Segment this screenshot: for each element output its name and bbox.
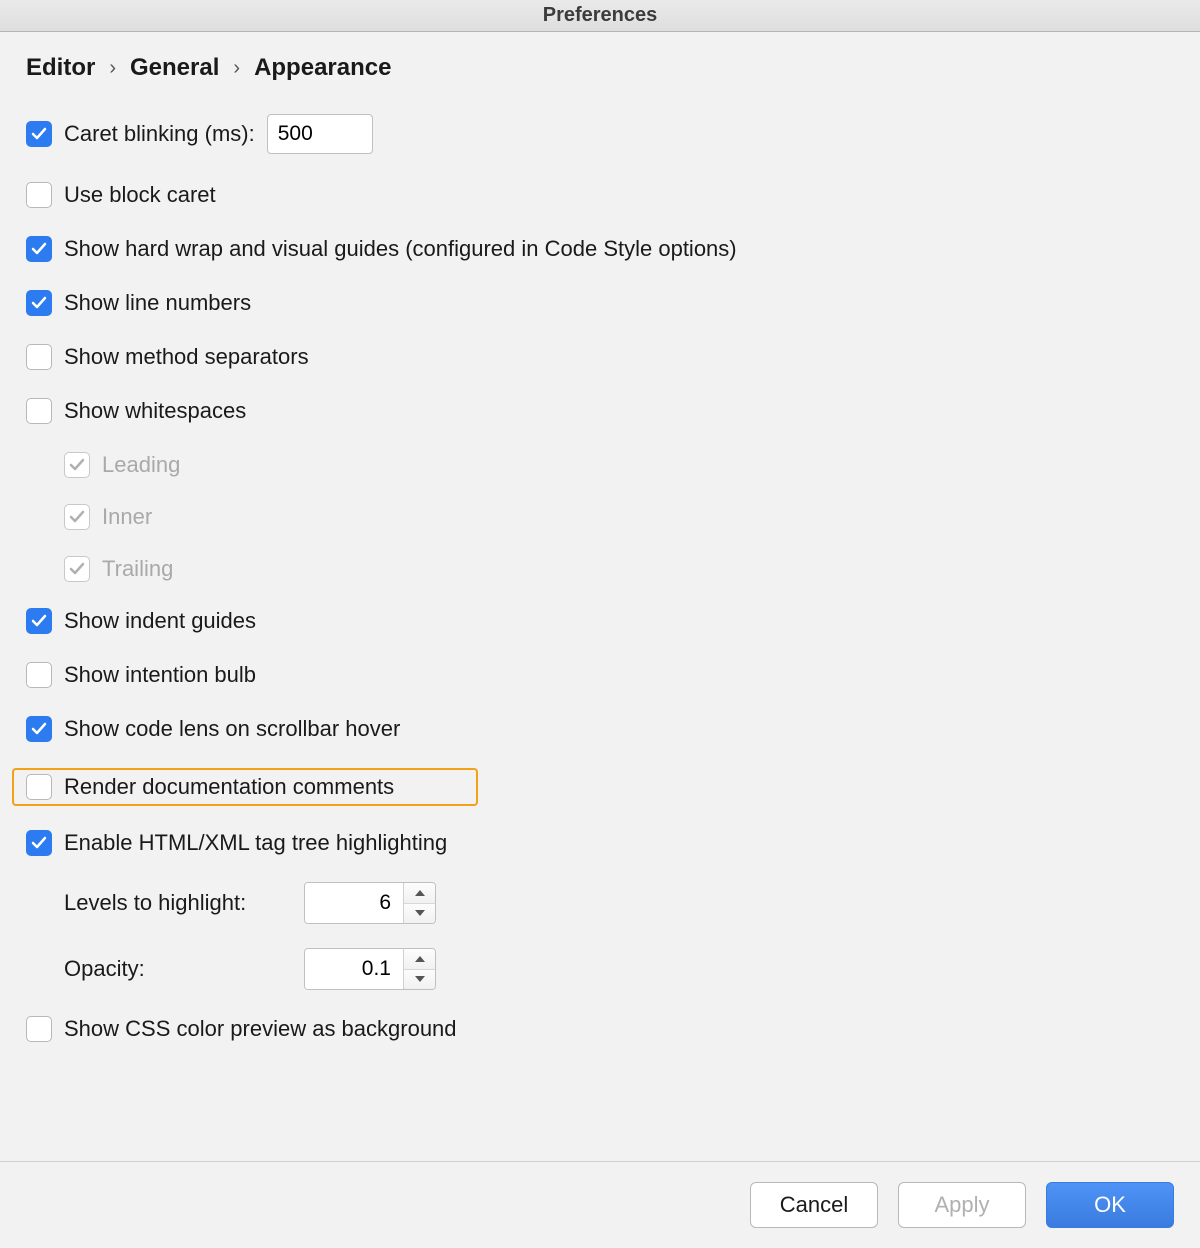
label-opacity: Opacity: (64, 956, 292, 982)
label-caret-blinking: Caret blinking (ms): (64, 121, 255, 147)
checkbox-ws-inner (64, 504, 90, 530)
window-titlebar: Preferences (0, 0, 1200, 32)
breadcrumb-general[interactable]: General (130, 54, 219, 82)
checkbox-show-code-lens[interactable] (26, 716, 52, 742)
checkbox-show-hard-wrap[interactable] (26, 236, 52, 262)
checkbox-show-indent-guides[interactable] (26, 608, 52, 634)
row-caret-blinking: Caret blinking (ms): (26, 112, 1174, 156)
breadcrumb: Editor › General › Appearance (26, 54, 1174, 82)
preferences-content: Editor › General › Appearance Caret blin… (0, 32, 1200, 1161)
label-render-docs: Render documentation comments (64, 774, 394, 800)
row-show-line-numbers: Show line numbers (26, 288, 1174, 318)
row-ws-leading: Leading (64, 450, 1174, 480)
row-render-docs: Render documentation comments (12, 768, 478, 806)
row-show-whitespaces: Show whitespaces (26, 396, 1174, 426)
label-ws-inner: Inner (102, 504, 152, 530)
label-enable-tag-tree: Enable HTML/XML tag tree highlighting (64, 830, 447, 856)
label-ws-leading: Leading (102, 452, 180, 478)
label-show-method-separators: Show method separators (64, 344, 309, 370)
stepper-up-icon[interactable] (404, 883, 435, 904)
stepper-down-icon[interactable] (404, 970, 435, 990)
checkbox-show-line-numbers[interactable] (26, 290, 52, 316)
stepper-up-icon[interactable] (404, 949, 435, 970)
row-opacity: Opacity: (64, 948, 1174, 990)
label-show-css-preview: Show CSS color preview as background (64, 1016, 457, 1042)
label-show-intention-bulb: Show intention bulb (64, 662, 256, 688)
checkbox-enable-tag-tree[interactable] (26, 830, 52, 856)
checkbox-render-docs[interactable] (26, 774, 52, 800)
row-levels-to-highlight: Levels to highlight: (64, 882, 1174, 924)
label-levels-to-highlight: Levels to highlight: (64, 890, 292, 916)
checkbox-ws-trailing (64, 556, 90, 582)
stepper-levels[interactable] (304, 882, 436, 924)
row-show-code-lens: Show code lens on scrollbar hover (26, 714, 1174, 744)
label-use-block-caret: Use block caret (64, 182, 216, 208)
label-show-code-lens: Show code lens on scrollbar hover (64, 716, 400, 742)
checkbox-caret-blinking[interactable] (26, 121, 52, 147)
checkbox-show-css-preview[interactable] (26, 1016, 52, 1042)
stepper-down-icon[interactable] (404, 904, 435, 924)
label-ws-trailing: Trailing (102, 556, 173, 582)
input-opacity[interactable] (305, 949, 403, 989)
window-title: Preferences (543, 4, 658, 27)
label-show-indent-guides: Show indent guides (64, 608, 256, 634)
label-show-line-numbers: Show line numbers (64, 290, 251, 316)
row-enable-tag-tree: Enable HTML/XML tag tree highlighting (26, 828, 1174, 858)
checkbox-ws-leading (64, 452, 90, 478)
input-caret-blinking-ms[interactable] (267, 114, 373, 154)
breadcrumb-appearance[interactable]: Appearance (254, 54, 391, 82)
row-show-method-separators: Show method separators (26, 342, 1174, 372)
row-ws-trailing: Trailing (64, 554, 1174, 584)
row-show-css-preview: Show CSS color preview as background (26, 1014, 1174, 1044)
checkbox-show-intention-bulb[interactable] (26, 662, 52, 688)
row-use-block-caret: Use block caret (26, 180, 1174, 210)
checkbox-use-block-caret[interactable] (26, 182, 52, 208)
ok-button[interactable]: OK (1046, 1182, 1174, 1228)
checkbox-show-whitespaces[interactable] (26, 398, 52, 424)
whitespace-sublist: Leading Inner Trailing (64, 450, 1174, 584)
chevron-right-icon: › (109, 57, 116, 80)
label-show-hard-wrap: Show hard wrap and visual guides (config… (64, 236, 737, 262)
row-ws-inner: Inner (64, 502, 1174, 532)
row-show-hard-wrap: Show hard wrap and visual guides (config… (26, 234, 1174, 264)
stepper-opacity[interactable] (304, 948, 436, 990)
chevron-right-icon: › (233, 57, 240, 80)
row-show-indent-guides: Show indent guides (26, 606, 1174, 636)
dialog-footer: Cancel Apply OK (0, 1161, 1200, 1248)
label-show-whitespaces: Show whitespaces (64, 398, 246, 424)
breadcrumb-editor[interactable]: Editor (26, 54, 95, 82)
cancel-button[interactable]: Cancel (750, 1182, 878, 1228)
checkbox-show-method-separators[interactable] (26, 344, 52, 370)
row-show-intention-bulb: Show intention bulb (26, 660, 1174, 690)
input-levels-to-highlight[interactable] (305, 883, 403, 923)
apply-button[interactable]: Apply (898, 1182, 1026, 1228)
